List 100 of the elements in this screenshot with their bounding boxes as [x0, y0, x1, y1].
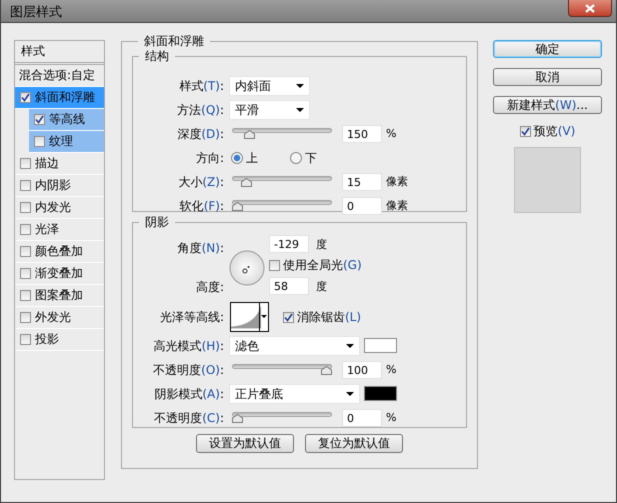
input-field[interactable]: 15 [342, 172, 382, 190]
checkbox[interactable] [283, 312, 294, 322]
field-label: 大小(Z): [177, 174, 225, 188]
color-swatch[interactable] [364, 338, 397, 353]
input-field[interactable]: 100 [342, 360, 382, 378]
checkbox[interactable] [34, 136, 45, 147]
caret-icon [346, 344, 354, 348]
item-label: 光泽 [35, 221, 59, 238]
slider[interactable] [232, 128, 332, 139]
slider[interactable] [232, 200, 332, 211]
checkbox[interactable] [20, 312, 31, 323]
radio-button[interactable] [290, 152, 302, 164]
button[interactable]: 新建样式(W)... [493, 96, 602, 114]
checkbox[interactable] [269, 260, 280, 270]
item-label: 内发光 [35, 199, 71, 216]
radio-button[interactable] [231, 152, 243, 164]
field-label: 不透明度(C): [153, 410, 225, 424]
item-label: 等高线 [49, 111, 85, 128]
window-title: 图层样式 [9, 4, 62, 21]
checkbox-label: 消除锯齿(L) [297, 310, 362, 324]
checkbox[interactable] [20, 246, 31, 257]
input-field[interactable]: 58 [269, 277, 309, 295]
caret-icon [346, 392, 354, 396]
checkbox[interactable] [20, 334, 31, 345]
radio-label: 上 [246, 150, 258, 164]
list-item[interactable]: 内阴影 [15, 175, 104, 197]
field-label: 方向: [194, 150, 225, 164]
group-title: 阴影 [144, 214, 170, 231]
item-label: 斜面和浮雕 [35, 89, 95, 106]
caret-icon [261, 315, 267, 318]
input-field[interactable]: -129 [269, 235, 309, 253]
unit-label: % [386, 362, 396, 376]
slider[interactable] [232, 364, 332, 375]
close-button[interactable] [568, 0, 612, 17]
button[interactable]: 设置为默认值 [196, 434, 294, 453]
dropdown[interactable]: 滤色 [229, 336, 360, 356]
item-label: 图案叠加 [35, 287, 83, 304]
slider[interactable] [232, 412, 332, 423]
checkbox[interactable] [20, 268, 31, 279]
caret-icon [296, 108, 304, 112]
contour-picker[interactable] [230, 302, 269, 332]
unit-label: 度 [316, 278, 327, 294]
angle-dial-icon[interactable] [229, 250, 265, 286]
item-label: 外发光 [35, 309, 71, 326]
checkbox[interactable] [20, 180, 31, 191]
button[interactable]: 复位为默认值 [305, 434, 403, 453]
item-label: 内阴影 [35, 177, 71, 194]
input-field[interactable]: 150 [342, 124, 382, 142]
field-label: 阴影模式(A): [153, 386, 225, 400]
checkbox-label: 使用全局光(G) [283, 256, 362, 274]
button[interactable]: 取消 [493, 68, 602, 86]
checkbox[interactable] [20, 202, 31, 213]
close-icon [585, 4, 595, 12]
input-field[interactable]: 0 [342, 196, 382, 214]
unit-label: % [386, 410, 396, 424]
checkbox[interactable] [34, 114, 45, 125]
dropdown[interactable]: 内斜面 [229, 76, 310, 96]
field-label: 光泽等高线: [158, 310, 225, 324]
button[interactable]: 确定 [493, 40, 602, 58]
checkbox[interactable] [20, 158, 31, 169]
field-label: 角度(N): [176, 240, 225, 257]
unit-label: 像素 [386, 198, 408, 212]
field-label: 高光模式(H): [152, 338, 225, 352]
field-label: 不透明度(O): [152, 362, 225, 376]
caret-icon [296, 84, 304, 88]
list-item[interactable]: 颜色叠加 [15, 241, 104, 263]
field-label: 软化(F): [178, 198, 225, 212]
list-item[interactable]: 等高线 [29, 109, 104, 131]
item-label: 渐变叠加 [35, 265, 83, 282]
color-swatch[interactable] [364, 386, 397, 401]
preview-thumbnail [514, 147, 581, 213]
checkbox-label: 预览(V) [534, 123, 576, 140]
unit-label: % [386, 126, 396, 140]
slider[interactable] [232, 176, 332, 187]
item-label: 纹理 [49, 133, 73, 150]
list-item[interactable]: 内发光 [15, 197, 104, 219]
list-item[interactable]: 光泽 [15, 219, 104, 241]
field-label: 方法(Q): [176, 102, 225, 116]
group-title: 斜面和浮雕 [143, 33, 205, 50]
checkbox[interactable] [20, 224, 31, 235]
field-label: 样式(T): [178, 78, 225, 92]
list-header: 样式 [15, 41, 104, 65]
checkbox[interactable] [20, 290, 31, 301]
input-field[interactable]: 0 [342, 408, 382, 426]
dropdown[interactable]: 平滑 [229, 100, 310, 120]
unit-label: 像素 [386, 174, 408, 188]
list-item[interactable]: 斜面和浮雕 [15, 87, 104, 109]
checkbox[interactable] [20, 92, 31, 103]
field-label: 高度: [194, 279, 225, 296]
list-item[interactable]: 渐变叠加 [15, 263, 104, 285]
list-item[interactable]: 纹理 [29, 131, 104, 153]
list-item[interactable]: 描边 [15, 153, 104, 175]
item-label: 描边 [35, 155, 59, 172]
unit-label: 度 [316, 236, 327, 252]
item-label: 投影 [35, 331, 59, 348]
dropdown[interactable]: 正片叠底 [229, 384, 360, 404]
list-item[interactable]: 投影 [15, 329, 104, 351]
checkbox[interactable] [520, 126, 531, 137]
list-item[interactable]: 外发光 [15, 307, 104, 329]
list-item[interactable]: 图案叠加 [15, 285, 104, 307]
